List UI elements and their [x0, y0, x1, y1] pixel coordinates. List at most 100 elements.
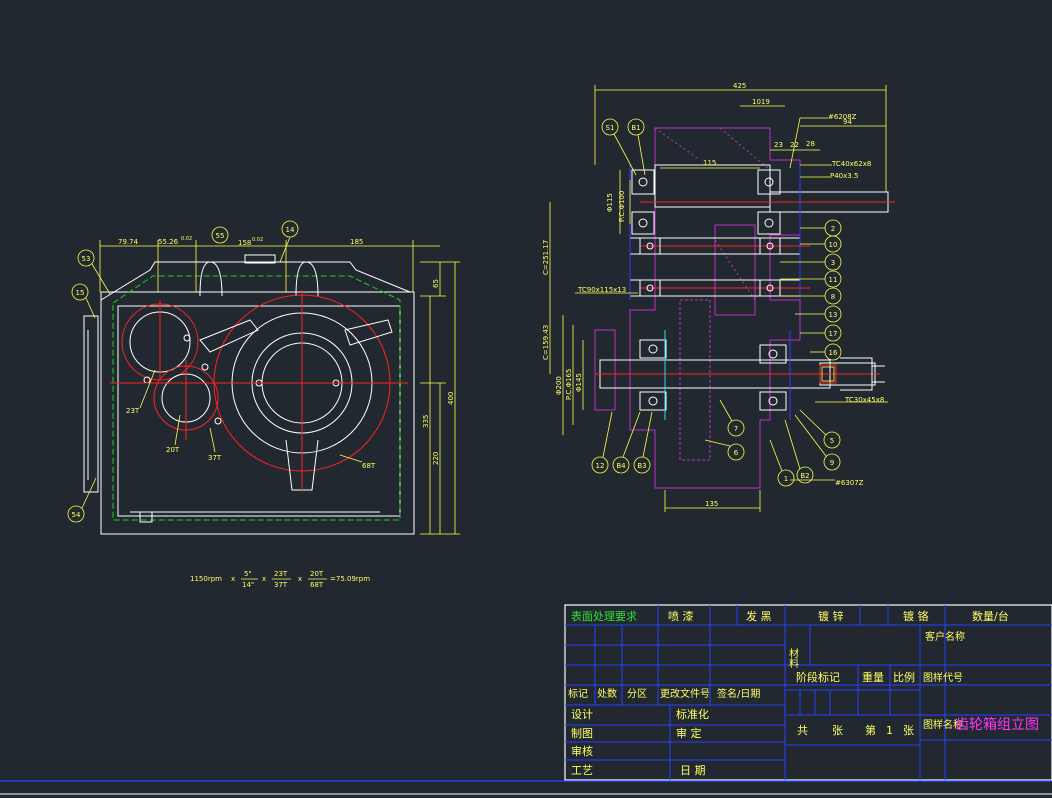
balloon-13: 13: [829, 311, 838, 319]
tb-scale: 比例: [893, 670, 915, 684]
front-dimensions: 79.74 55.26 0.02 158 0.02 185 65 400 335…: [99, 236, 460, 535]
speed-formula: 1150rpm x 5" 14" x 23T 37T x 20T 68T =75…: [190, 570, 370, 589]
balloon-11: 11: [829, 276, 838, 284]
formula-op-3: x: [298, 575, 302, 583]
note-tc30x45x8: TC30x45x8: [844, 396, 884, 404]
dim-1019: 1019: [752, 98, 770, 106]
balloon-17: 17: [829, 330, 838, 338]
tb-drawing-code: 图样代号: [923, 671, 963, 684]
balloon-9: 9: [830, 459, 834, 467]
balloon-5: 5: [830, 437, 834, 445]
balloon-55: 55: [216, 232, 225, 240]
balloon-6: 6: [734, 449, 739, 457]
formula-op-1: x: [231, 575, 235, 583]
dim-425: 425: [733, 82, 746, 90]
formula-f1-num: 5": [244, 570, 252, 578]
balloon-s1: S1: [606, 124, 615, 132]
tb-sheet-number: 1: [886, 724, 893, 737]
tb-quantity: 数量/台: [972, 609, 1009, 623]
formula-f3-num: 20T: [310, 570, 324, 578]
title-block: 表面处理要求 喷 漆 发 黑 镀 锌 镀 铬 数量/台 材料 客户名称 阶段标记…: [564, 604, 1052, 781]
tb-rev-zone: 分区: [627, 688, 647, 700]
dim-65: 65: [432, 279, 440, 288]
front-view: 79.74 55.26 0.02 158 0.02 185 65 400 335…: [67, 220, 460, 535]
note-6307z: #6307Z: [835, 479, 864, 487]
tb-spray-paint: 喷 漆: [668, 610, 694, 623]
formula-f3-den: 68T: [310, 581, 324, 589]
tb-rev-sign: 签名/日期: [717, 687, 760, 700]
dim-79-74: 79.74: [118, 238, 139, 246]
tb-rev-mark: 标记: [568, 688, 588, 700]
tb-approve: 审 定: [676, 726, 702, 740]
tb-process: 工艺: [571, 764, 593, 777]
balloon-14: 14: [286, 226, 295, 234]
section-view: 425 1019 115 23 22 28 94 135 Φ115 P.C.Φ1…: [542, 82, 895, 512]
tb-stage-mark: 阶段标记: [796, 670, 840, 684]
balloon-b1: B1: [631, 124, 640, 132]
dim-phi145: Φ145: [575, 373, 583, 392]
balloon-1: 1: [784, 475, 788, 483]
balloon-16: 16: [829, 349, 838, 357]
dim-pc-phi100: P.C.Φ100: [618, 191, 626, 222]
dim-185: 185: [350, 238, 363, 246]
label-20t: 20T: [166, 446, 180, 454]
dim-pc-phi165: P.C.Φ165: [565, 369, 573, 400]
cad-drawing: 79.74 55.26 0.02 158 0.02 185 65 400 335…: [0, 82, 1052, 795]
balloon-54: 54: [72, 511, 81, 519]
tb-check: 审核: [571, 744, 593, 758]
tb-galvanize: 镀 锌: [818, 609, 844, 623]
tb-drawn: 制图: [571, 727, 593, 740]
tb-sheet-no: 第: [865, 723, 876, 737]
balloon-8: 8: [831, 293, 835, 301]
housing-outline: [100, 291, 415, 535]
tb-design: 设计: [571, 708, 593, 721]
tb-chrome: 镀 铬: [903, 609, 929, 623]
tb-sheets: 张: [832, 724, 843, 737]
balloon-b4: B4: [616, 462, 626, 470]
dim-135: 135: [705, 500, 718, 508]
dim-55-26: 55.26: [158, 238, 179, 246]
tb-blacken: 发 黑: [746, 609, 772, 623]
balloon-b3: B3: [637, 462, 646, 470]
dim-c-159-43: C=159.43: [542, 325, 550, 360]
note-tc90x115x13: TC90x115x13: [577, 286, 626, 294]
dim-55-26-tol: 0.02: [181, 236, 192, 242]
formula-f2-num: 23T: [274, 570, 288, 578]
section-balloons: S1 B1 2 10 3 11 8 13 17 16 5 9 7 6 1 B2 …: [591, 118, 842, 487]
tb-weight: 重量: [862, 670, 884, 684]
tb-date: 日 期: [680, 764, 706, 777]
tb-standardization: 标准化: [676, 707, 709, 721]
note-p40x3-5: P40x3.5: [830, 172, 858, 180]
dim-220: 220: [432, 452, 440, 465]
dim-400: 400: [447, 392, 455, 405]
note-6208z: #6208Z: [828, 113, 857, 121]
dim-phi115: Φ115: [606, 193, 614, 212]
balloon-10: 10: [829, 241, 838, 249]
formula-f2-den: 37T: [274, 581, 288, 589]
dim-158: 158: [238, 239, 251, 247]
tb-sheet-word: 张: [903, 724, 914, 737]
formula-f1-den: 14": [242, 581, 254, 589]
dim-phi200: Φ200: [555, 376, 563, 395]
dim-c-251-17: C=251.17: [542, 240, 550, 275]
housing-top: [100, 261, 411, 301]
section-notes: #6208Z TC40x62x8 P40x3.5 TC90x115x13 TC3…: [575, 113, 888, 487]
tb-rev-count: 处数: [597, 687, 617, 700]
formula-result: =75.09rpm: [330, 575, 370, 583]
balloon-7: 7: [734, 425, 738, 433]
label-37t: 37T: [208, 454, 222, 462]
tb-total: 共: [797, 724, 808, 737]
tb-customer: 客户名称: [925, 630, 965, 643]
balloon-b2: B2: [800, 472, 809, 480]
dim-158-tol: 0.02: [252, 237, 263, 243]
tb-surface-treatment: 表面处理要求: [571, 609, 637, 623]
formula-input-rpm: 1150rpm: [190, 575, 222, 583]
dim-28: 28: [806, 140, 815, 148]
label-23t: 23T: [126, 407, 140, 415]
tb-rev-doc: 更改文件号: [660, 687, 710, 700]
balloon-3: 3: [831, 259, 835, 267]
balloon-53: 53: [82, 255, 91, 263]
note-tc40x62x8: TC40x62x8: [831, 160, 871, 168]
dim-23: 23: [774, 141, 783, 149]
balloon-15: 15: [76, 289, 85, 297]
